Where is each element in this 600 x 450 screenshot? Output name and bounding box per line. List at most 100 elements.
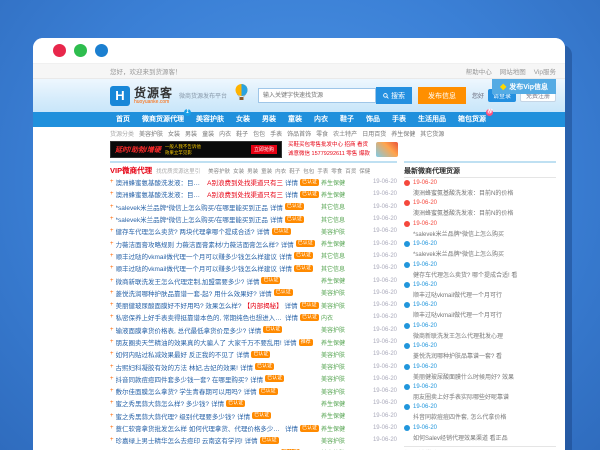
logo-icon[interactable]: H — [110, 86, 130, 106]
row-title-highlight[interactable]: A别浪费到处找渠道只有三 — [207, 177, 283, 187]
subnav-link[interactable]: 零食 — [316, 129, 328, 138]
ad-banner[interactable]: 延时/助勃/增硬 一般人我不告诉他效果立竿见影 立即抢购 — [110, 141, 282, 158]
listing-tab[interactable]: 童装 — [261, 167, 272, 175]
row-category-link[interactable]: 养生保健 — [319, 399, 363, 408]
sidebar-item-text[interactable]: 如何Salev经销代理效果渠道 看正品 — [404, 433, 556, 442]
row-title[interactable]: *salevek米兰品牌*微信上怎么购买/在哪里能买到正品 — [116, 202, 268, 212]
sidebar-item-text[interactable]: 顺丰过哒vkmail做代理一个月可行 — [404, 310, 556, 319]
listing-tab[interactable]: 男装 — [247, 167, 258, 175]
row-detail-link[interactable]: 详情 — [236, 349, 249, 359]
row-category-link[interactable]: 美容护肤 — [319, 374, 363, 383]
row-category-link[interactable]: 美容护肤 — [319, 227, 363, 236]
sidebar-item-text[interactable]: 微商新联洗发王怎么代理批发心理 — [404, 331, 556, 340]
sidebar-item-text[interactable]: 朋友圈卖上好手表实际哪些好呢靠谱 — [404, 392, 556, 401]
subnav-link[interactable]: 日用百货 — [362, 129, 386, 138]
listing-row[interactable]: + 古熙妇科凝胶有效的方法 林妃,古妃的效果! 详情 已认证 美容护肤 19-0… — [110, 360, 397, 372]
row-category-link[interactable]: 美容护肤 — [319, 350, 363, 359]
row-title[interactable]: 珍嘉绿上男士精华怎么去痘印 云南这有学问! — [116, 435, 243, 445]
topbar-link[interactable]: 帮助中心 — [466, 66, 492, 76]
row-title[interactable]: 顺丰过哒的vkmail做代理一个月可以赚多少钱怎么样建议 — [116, 251, 277, 261]
nav-item[interactable]: 童装 — [282, 112, 308, 127]
search-button[interactable]: 搜索 — [376, 87, 412, 104]
row-detail-link[interactable]: 详情 — [257, 226, 270, 236]
row-detail-link[interactable]: 详情 — [285, 312, 298, 322]
listing-row[interactable]: + *salevek米兰品牌*微信上怎么购买/在哪里能买到正品 详情 已认证 其… — [110, 213, 397, 225]
sidebar-item-text[interactable]: 健存车代理怎么卖货? 哪个提成合适! 看 — [404, 270, 556, 279]
listing-tab[interactable]: 内衣 — [275, 167, 286, 175]
row-category-link[interactable]: 养生保健 — [319, 190, 363, 199]
row-title[interactable]: 澳洲蜂蜜氨基酸洗发液：目前N的价格是多少? — [116, 177, 206, 187]
row-category-link[interactable]: 其它信息 — [319, 202, 363, 211]
row-category-link[interactable]: 其它信息 — [319, 251, 363, 260]
listing-row[interactable]: + 美丽健玻尿酸面膜好不好用吗? 效果怎么样? 【内部揭秘】 详情 已认证 美容… — [110, 299, 397, 311]
sidebar-item-text[interactable]: 菱悦洗润哪种护肤品靠谱一套? 看 — [404, 351, 556, 360]
row-title[interactable]: 输液面膜拿货价格表, 总代最低拿货价是多少? — [116, 325, 247, 335]
sidebar-item-text[interactable]: 澳洲蜂蜜氨基酸洗发液：目前N的价格 — [404, 208, 556, 217]
row-category-link[interactable]: 养生保健 — [319, 239, 363, 248]
sidebar-item[interactable]: 19-06-20 抖音同款痘痘四件套, 怎么代拿价格 — [404, 402, 556, 422]
sidebar-item[interactable]: 19-06-20 如何Salev经销代理效果渠道 看正品 — [404, 423, 556, 443]
row-title[interactable]: 私密保养上好手表卖得挺靠谱本色的, 常期纯色也想进入NPA? — [116, 312, 283, 322]
sidebar-item[interactable]: 19-06-20 健存车代理怎么卖货? 哪个提成合适! 看 — [404, 260, 556, 280]
subnav-link[interactable]: 饰品首饰 — [287, 129, 311, 138]
listing-row[interactable]: + 抖音同款痘痘四件套多少钱一套? 在哪里购买? 详情 已认证 美容护肤 19-… — [110, 373, 397, 385]
publish-button[interactable]: 发布信息 — [418, 87, 466, 104]
row-detail-link[interactable]: 详情 — [281, 239, 294, 249]
row-detail-link[interactable]: 详情 — [248, 325, 261, 335]
listing-row[interactable]: + 珍嘉绿上男士精华怎么去痘印 云南这有学问! 详情 已认证 美容护肤 19-0… — [110, 434, 397, 446]
row-title[interactable]: 敷尔佳面膜怎么拿货? 学生青春期可以用吗? — [116, 386, 242, 396]
row-title[interactable]: 微商新联洗发王怎么代理定制,加盟需要多少? — [116, 276, 245, 286]
topbar-link[interactable]: Vip服务 — [534, 66, 556, 76]
row-detail-link[interactable]: 详情 — [245, 435, 258, 445]
row-category-link[interactable]: 美容护肤 — [319, 362, 363, 371]
listing-row[interactable]: + 健存车代理怎么卖货? 两块代理拿哪个提成合适? 详情 已认证 美容护肤 19… — [110, 225, 397, 237]
subnav-link[interactable]: 女装 — [168, 129, 180, 138]
listing-row[interactable]: + 康益代理分几个级别? 市面加20%的代理价格是多少 详情 已认证 美容护肤 … — [110, 447, 397, 450]
row-title-highlight[interactable]: A别浪费到处找渠道只有三 — [207, 189, 283, 199]
row-title[interactable]: 古熙妇科凝胶有效的方法 林妃,古妃的效果! — [116, 362, 238, 372]
row-detail-link[interactable]: 详情 — [279, 251, 292, 261]
listing-tab[interactable]: 女装 — [233, 167, 244, 175]
row-category-link[interactable]: 其它信息 — [319, 264, 363, 273]
sidebar-item[interactable]: 19-06-20 朋友圈卖上好手表实际哪些好呢靠谱 — [404, 382, 556, 402]
window-close-button[interactable] — [53, 44, 66, 57]
nav-item[interactable]: 美容护肤 — [190, 112, 230, 127]
row-category-link[interactable]: 养生保健 — [319, 338, 363, 347]
listing-row[interactable]: + 微商新联洗发王怎么代理定制,加盟需要多少? 详情 已认证 养生保健 19-0… — [110, 274, 397, 286]
sidebar-item[interactable]: 19-06-20 澳洲蜂蜜氨基酸洗发液：目前N的价格 — [404, 198, 556, 218]
logo[interactable]: 货源客 huoyuanke.com — [134, 87, 173, 105]
nav-item[interactable]: 女装 — [230, 112, 256, 127]
listing-row[interactable]: + 输液面膜拿货价格表, 总代最低拿货价是多少? 详情 已认证 美容护肤 19-… — [110, 324, 397, 336]
sidebar-item[interactable]: 19-06-20 菱悦洗润哪种护肤品靠谱一套? 看 — [404, 341, 556, 361]
row-category-link[interactable]: 养生保健 — [319, 411, 363, 420]
row-title[interactable]: *salevek米兰品牌*微信上怎么购买/在哪里能买到正品 — [116, 214, 268, 224]
subnav-link[interactable]: 鞋子 — [236, 129, 248, 138]
ad-thumbnail-image[interactable] — [376, 142, 398, 157]
nav-item[interactable]: 微商货源代理 1 — [136, 112, 190, 127]
row-title[interactable]: 健存车代理怎么卖货? 两块代理拿哪个提成合适? — [116, 226, 255, 236]
row-detail-link[interactable]: 详情 — [285, 300, 298, 310]
listing-row[interactable]: + 私密保养上好手表卖得挺靠谱本色的, 常期纯色也想进入NPA? 详情 已认证 … — [110, 311, 397, 323]
row-category-link[interactable]: 美容护肤 — [319, 436, 363, 445]
row-title[interactable]: 蜜之秀黑蒜大蒜代理? 级别代理要多少钱? — [116, 411, 236, 421]
nav-item[interactable]: 鞋子 — [334, 112, 360, 127]
ad-buy-button[interactable]: 立即抢购 — [251, 145, 277, 154]
row-category-link[interactable]: 美容护肤 — [319, 288, 363, 297]
nav-item[interactable]: 内衣 — [308, 112, 334, 127]
listing-row[interactable]: + 朋友圈卖天竺精油的效果真的大骗人了 大家千万不要乱用! 详情 推荐 养生保健… — [110, 336, 397, 348]
subnav-link[interactable]: 美容护肤 — [139, 129, 163, 138]
subnav-link[interactable]: 男装 — [185, 129, 197, 138]
row-category-link[interactable]: 其它信息 — [319, 215, 363, 224]
subnav-link[interactable]: 养生保健 — [391, 129, 415, 138]
listing-tab[interactable]: 零食 — [331, 167, 342, 175]
row-detail-link[interactable]: 详情 — [244, 386, 257, 396]
row-title[interactable]: 朋友圈卖天竺精油的效果真的大骗人了 大家千万不要乱用! — [116, 337, 282, 347]
subnav-link[interactable]: 内衣 — [219, 129, 231, 138]
nav-item[interactable]: 手表 — [386, 112, 412, 127]
row-detail-link[interactable]: 详情 — [285, 177, 298, 187]
listing-row[interactable]: + 力薇洁面膏攻略规则 力薇洁面膏素材/力薇洁面膏怎么样? 详情 已认证 养生保… — [110, 237, 397, 249]
row-category-link[interactable]: 美容护肤 — [319, 325, 363, 334]
row-detail-link[interactable]: 详情 — [270, 202, 283, 212]
ad-text[interactable]: 买鞋买包零售批发中心 招商 看货 诚意微信 15779292611 零售 爆款 — [288, 141, 370, 158]
nav-item[interactable]: 饰品 — [360, 112, 386, 127]
